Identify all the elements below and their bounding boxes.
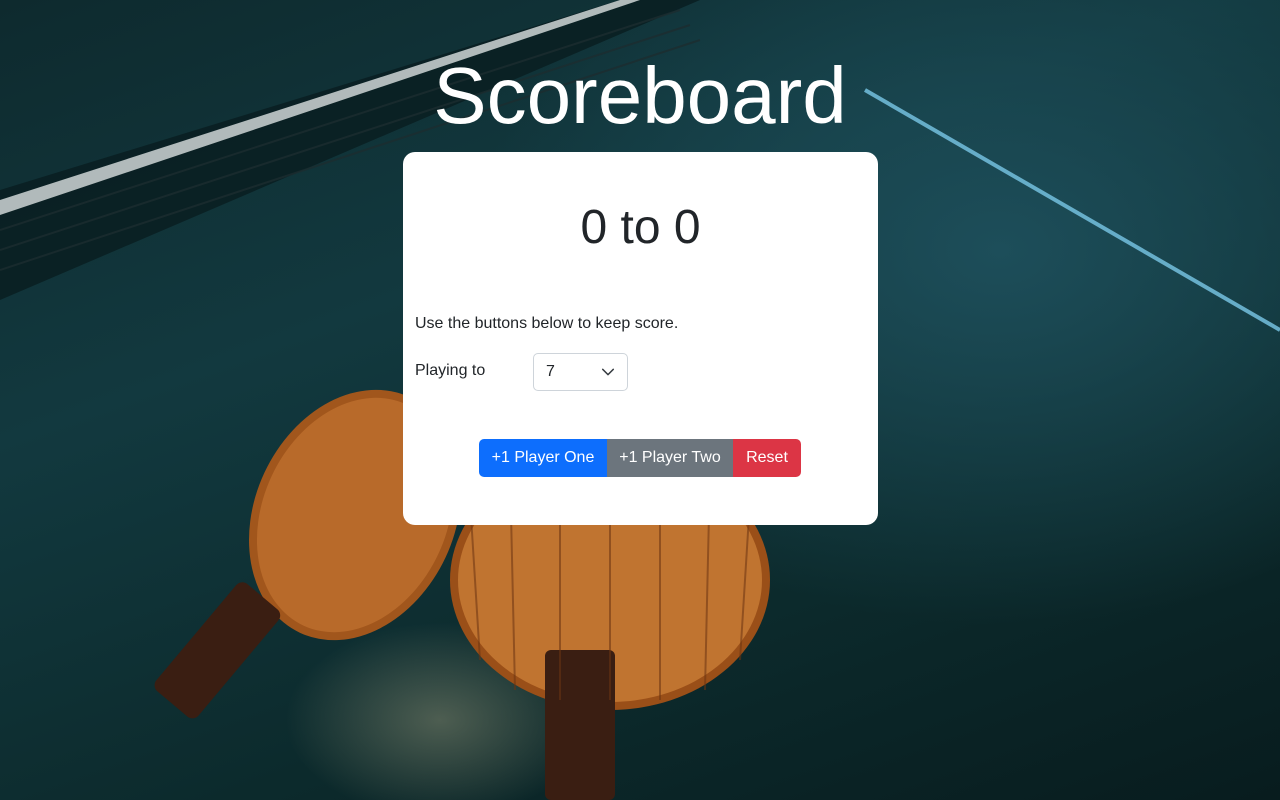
score-display: 0 to 0 [580,201,701,254]
reset-button[interactable]: Reset [733,439,801,477]
playing-to-value: 7 [546,363,555,380]
playing-to-label: Playing to [415,362,486,379]
page-title: Scoreboard [433,51,847,140]
score-button-group: +1 Player One +1 Player Two Reset [479,439,801,477]
playing-to-select[interactable]: 7 [533,353,628,391]
scoreboard-card: 0 to 0 Use the buttons below to keep sco… [403,152,878,525]
player-one-button[interactable]: +1 Player One [479,439,607,477]
chevron-down-icon [601,368,615,376]
player-two-button[interactable]: +1 Player Two [607,439,733,477]
instructions-text: Use the buttons below to keep score. [415,315,679,332]
